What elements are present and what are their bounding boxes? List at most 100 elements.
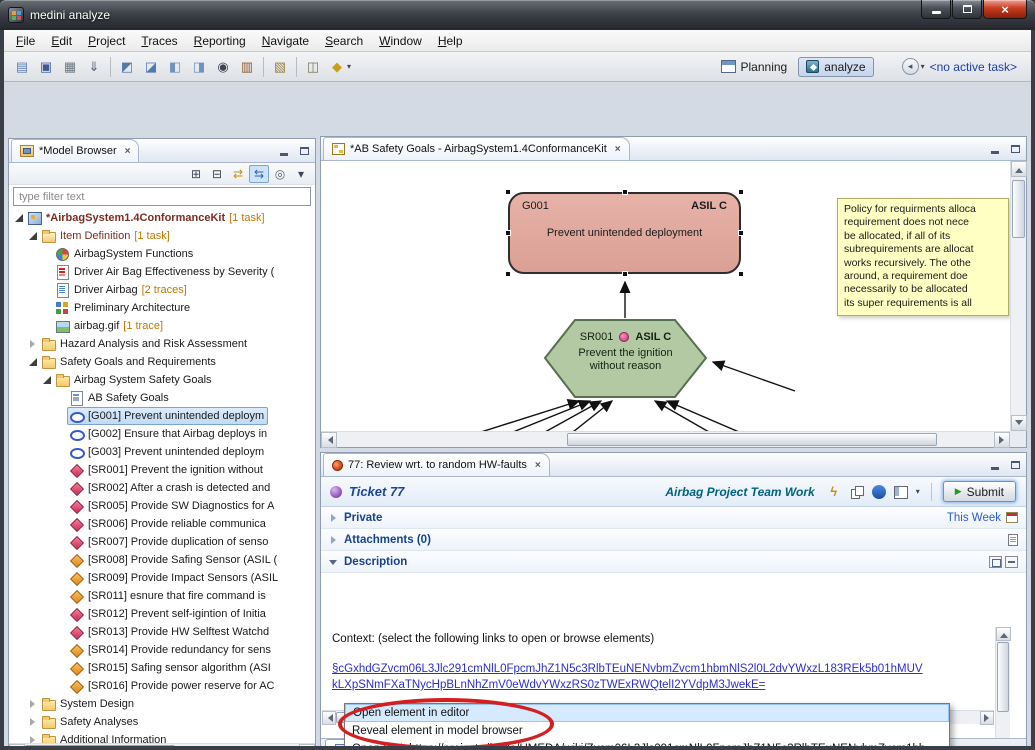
tree-item[interactable]: [SR005] Provide SW Diagnostics for A — [9, 497, 315, 515]
tree-item[interactable]: [SR012] Prevent self-igintion of Initia — [9, 605, 315, 623]
tree-item[interactable]: airbag.gif[1 trace] — [9, 317, 315, 335]
tree-item[interactable]: Preliminary Architecture — [9, 299, 315, 317]
minimize-view-button[interactable] — [275, 143, 293, 159]
perspective-planning-button[interactable]: Planning — [714, 58, 795, 76]
tree-item[interactable]: [G003] Prevent unintended deploym — [9, 443, 315, 461]
tree-item[interactable]: [SR008] Provide Safing Sensor (ASIL ( — [9, 551, 315, 569]
task-find-icon[interactable]: ◨ — [188, 56, 210, 78]
editor-tab[interactable]: *AB Safety Goals - AirbagSystem1.4Confor… — [323, 137, 630, 160]
twistie-collapsed-icon[interactable] — [27, 338, 39, 350]
print-icon[interactable]: ▦ — [59, 56, 81, 78]
maximize-view-button[interactable] — [295, 143, 313, 159]
tree-item[interactable]: [SR013] Provide HW Selftest Watchd — [9, 623, 315, 641]
attachment-icon[interactable] — [1008, 534, 1018, 546]
twistie-expanded-icon[interactable] — [41, 374, 53, 386]
task-add-icon[interactable]: ◩ — [116, 56, 138, 78]
menu-traces[interactable]: Traces — [133, 32, 185, 50]
ticket-tab[interactable]: 77: Review wrt. to random HW-faults × — [323, 453, 550, 476]
copy-icon[interactable] — [849, 484, 865, 500]
editor-vertical-scrollbar[interactable] — [1010, 161, 1026, 431]
context-menu-item[interactable]: Open URL https://projects.ikv.de/UMEDA/w… — [345, 740, 949, 746]
edit-icon[interactable] — [1005, 556, 1018, 568]
menu-reporting[interactable]: Reporting — [186, 32, 254, 50]
tree-item[interactable]: *AirbagSystem1.4ConformanceKit[1 task] — [9, 209, 315, 227]
task-history-button[interactable]: ◂ ▾ — [902, 58, 925, 75]
tree-item[interactable]: [SR016] Provide power reserve for AC — [9, 677, 315, 695]
menu-navigate[interactable]: Navigate — [254, 32, 317, 50]
titlebar[interactable]: medini analyze × — [0, 0, 1035, 30]
tree-item[interactable]: Driver Air Bag Effectiveness by Severity… — [9, 263, 315, 281]
selection-handle[interactable] — [622, 189, 628, 195]
tree-item[interactable]: System Design — [9, 695, 315, 713]
preview-icon[interactable] — [989, 556, 1002, 568]
scroll-up-button[interactable] — [996, 627, 1011, 641]
tree-item[interactable]: [SR001] Prevent the ignition without — [9, 461, 315, 479]
menu-search[interactable]: Search — [317, 32, 371, 50]
tree-item[interactable]: [SR002] After a crash is detected and — [9, 479, 315, 497]
tree-item[interactable]: AirbagSystem Functions — [9, 245, 315, 263]
section-private[interactable]: Private This Week — [321, 507, 1026, 529]
open-resource-icon[interactable]: ◫ — [302, 56, 324, 78]
minimize-view-button[interactable] — [986, 457, 1004, 473]
perspective-analyze-button[interactable]: analyze — [798, 57, 873, 77]
wand-icon[interactable]: ◆ — [326, 56, 348, 78]
tree-item[interactable]: [SR006] Provide reliable communica — [9, 515, 315, 533]
view-menu-icon[interactable]: ▾ — [291, 165, 311, 183]
tree-item[interactable]: [SR014] Provide redundancy for sens — [9, 641, 315, 659]
export-icon[interactable]: ⇓ — [83, 56, 105, 78]
menu-window[interactable]: Window — [371, 32, 430, 50]
scroll-up-button[interactable] — [1011, 161, 1027, 177]
selection-handle[interactable] — [505, 189, 511, 195]
context-menu-item[interactable]: Open element in editor — [345, 704, 949, 722]
new-icon[interactable]: ▤ — [11, 56, 33, 78]
twistie-expanded-icon[interactable] — [27, 356, 39, 368]
sync-view-icon[interactable]: ◎ — [270, 165, 290, 183]
scroll-thumb[interactable] — [997, 642, 1009, 712]
close-tab-icon[interactable]: × — [125, 146, 131, 157]
selection-handle[interactable] — [738, 271, 744, 277]
chevron-down-icon[interactable]: ▾ — [916, 487, 920, 496]
description-vertical-scrollbar[interactable] — [995, 627, 1010, 746]
menu-edit[interactable]: Edit — [43, 32, 80, 50]
menu-project[interactable]: Project — [80, 32, 133, 50]
task-chat-icon[interactable]: ◧ — [164, 56, 186, 78]
scroll-right-button[interactable] — [994, 432, 1010, 448]
clipboard-icon[interactable]: ▧ — [269, 56, 291, 78]
tree-item[interactable]: Safety Goals and Requirements — [9, 353, 315, 371]
twistie-collapsed-icon[interactable] — [329, 513, 339, 523]
scroll-left-button[interactable] — [322, 711, 336, 725]
tree-item[interactable]: Item Definition[1 task] — [9, 227, 315, 245]
maximize-button[interactable] — [952, 0, 982, 19]
focus-task-icon[interactable]: ⇆ — [249, 165, 269, 183]
twistie-collapsed-icon[interactable] — [27, 734, 39, 743]
task-done-icon[interactable]: ◪ — [140, 56, 162, 78]
menu-file[interactable]: File — [8, 32, 43, 50]
twistie-expanded-icon[interactable] — [329, 557, 339, 567]
section-description[interactable]: Description — [321, 551, 1026, 573]
scheduled-link[interactable]: This Week — [947, 512, 1001, 524]
close-button[interactable]: × — [983, 0, 1027, 19]
tree-item[interactable]: [SR007] Provide duplication of senso — [9, 533, 315, 551]
element-link-line1[interactable]: §cGxhdGZvcm06L3Jlc291cmNlL0FpcmJhZ1N5c3R… — [332, 661, 984, 677]
tree-item[interactable]: AB Safety Goals — [9, 389, 315, 407]
link-editor-icon[interactable]: ⇄ — [228, 165, 248, 183]
goal-shape-g001[interactable]: G001 ASIL C Prevent unintended deploymen… — [508, 192, 741, 274]
requirement-shape-sr001[interactable]: SR001 ASIL C Prevent the ignition withou… — [545, 320, 706, 397]
twistie-expanded-icon[interactable] — [27, 230, 39, 242]
scroll-thumb[interactable] — [567, 433, 937, 446]
scroll-down-button[interactable] — [1011, 415, 1027, 431]
selection-handle[interactable] — [505, 230, 511, 236]
selection-handle[interactable] — [622, 271, 628, 277]
book-icon[interactable]: ▥ — [236, 56, 258, 78]
menu-help[interactable]: Help — [430, 32, 471, 50]
tree-item[interactable]: [SR011] esnure that fire command is — [9, 587, 315, 605]
scroll-left-button[interactable] — [321, 432, 337, 448]
twistie-collapsed-icon[interactable] — [27, 716, 39, 728]
save-icon[interactable]: ▣ — [35, 56, 57, 78]
selection-handle[interactable] — [738, 230, 744, 236]
minimize-view-button[interactable] — [986, 141, 1004, 157]
editor-horizontal-scrollbar[interactable] — [321, 431, 1010, 447]
tree-item[interactable]: Driver Airbag[2 traces] — [9, 281, 315, 299]
model-browser-tab[interactable]: *Model Browser × — [11, 139, 139, 162]
tree-item[interactable]: [G001] Prevent unintended deploym — [9, 407, 315, 425]
